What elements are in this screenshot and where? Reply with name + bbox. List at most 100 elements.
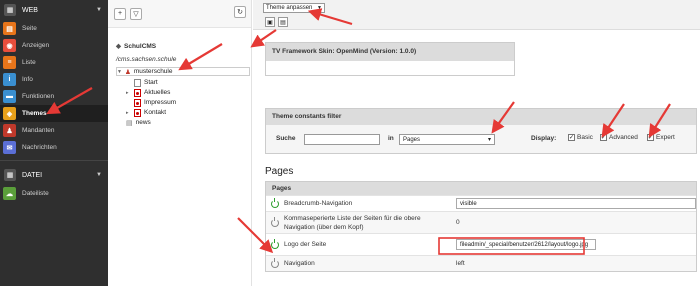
mail-icon: ✉ [3,141,16,154]
constant-value: 0 [456,219,460,226]
constant-label: Navigation [284,260,315,267]
power-on-icon[interactable] [271,197,279,208]
typo3-logo-icon: ◆ [116,43,121,50]
power-off-icon[interactable] [271,257,279,268]
themes-icon: ◈ [3,107,16,120]
page-icon [134,78,141,87]
menu-item-nachrichten[interactable]: ✉ Nachrichten [0,139,108,156]
checkbox-checked-icon: ✓ [568,134,575,141]
menu-item-funktionen[interactable]: ▬ Funktionen [0,88,108,105]
basic-label: Basic [577,134,593,141]
tree-node-start[interactable]: Start [134,78,158,87]
file-group-header[interactable]: ▦ DATEI ▼ [0,165,108,185]
power-off-icon[interactable] [271,216,279,227]
category-select-value: Pages [403,137,421,143]
constants-filter-panel: Theme constants filter Suche in Pages ▾ … [265,108,697,154]
menu-item-label: Liste [22,59,36,66]
tree-node-label: Aktuelles [144,89,171,96]
eye-icon: ◉ [3,39,16,52]
logo-input[interactable]: fileadmin/_special/benutzer/2612/layout/… [456,239,596,250]
page-icon: ▤ [3,22,16,35]
display-label: Display: [531,135,557,142]
site-root-icon: ♟ [125,68,131,76]
table-row: Navigation left [266,255,696,271]
menu-item-label: Anzeigen [22,42,50,49]
menu-item-themes[interactable]: ◈ Themes [0,105,108,122]
filter-title: Theme constants filter [266,109,696,125]
web-group-label: WEB [22,6,38,14]
menu-item-mandanten[interactable]: ♟ Mandanten [0,122,108,139]
pages-table-header: Pages [266,182,696,195]
page-tree: + ▽ ↻ ◆ SchulCMS /cms.sachsen.schule ▼ ♟… [108,0,252,286]
advanced-checkbox[interactable]: ✓ Advanced [600,134,638,141]
menu-item-seite[interactable]: ▤ Seite [0,20,108,37]
web-group-icon: ▦ [4,4,16,16]
page-restricted-icon [134,98,141,107]
tree-node-musterschule[interactable]: ▼ ♟ musterschule [116,67,250,76]
tree-node-label: news [135,119,151,126]
framework-panel: TV Framework Skin: OpenMind (Version: 1.… [265,42,515,76]
tree-node-impressum[interactable]: Impressum [134,98,176,107]
constant-label: Logo der Seite [284,241,327,248]
menu-item-label: Seite [22,25,37,32]
constant-label: Kommaseperierte Liste der Seiten für die… [284,214,421,231]
tree-node-label: musterschule [133,68,173,75]
chevron-down-icon: ▾ [487,137,491,143]
checkbox-checked-icon: ✓ [600,134,607,141]
menu-item-label: Nachrichten [22,144,57,151]
tree-node-label: Start [144,79,158,86]
pages-section-title: Pages [265,166,294,177]
search-input[interactable] [304,134,380,145]
framework-title: TV Framework Skin: OpenMind (Version: 1.… [266,43,514,61]
expand-icon[interactable]: ▸ [126,90,132,96]
breadcrumb-input[interactable]: visible [456,198,696,209]
basic-checkbox[interactable]: ✓ Basic [568,134,593,141]
constant-value: left [456,260,465,267]
filter-icon[interactable]: ▽ [130,7,142,20]
cloud-icon: ☁ [3,187,16,200]
info-icon: i [3,73,16,86]
tree-node-aktuelles[interactable]: ▸ Aktuelles [126,88,170,97]
menu-item-info[interactable]: i Info [0,71,108,88]
menu-item-label: Info [22,76,33,83]
page-restricted-icon [134,88,141,97]
menu-divider [0,160,108,161]
category-select[interactable]: Pages ▾ [399,134,495,145]
refresh-icon[interactable]: ↻ [234,6,246,18]
expand-icon[interactable]: ▸ [126,110,132,116]
filter-row: Suche in Pages ▾ Display: ✓ Basic ✓ Adva… [266,125,696,153]
search-label: Suche [276,135,296,142]
list-icon: ≡ [3,56,16,69]
module-menu: ▦ WEB ▼ ▤ Seite ◉ Anzeigen ≡ Liste i Inf… [0,0,108,286]
web-group-header[interactable]: ▦ WEB ▼ [0,0,108,20]
menu-item-label: Funktionen [22,93,55,100]
doc-header: Theme anpassen ▼ ▣ ▤ [253,0,700,30]
expert-label: Expert [656,134,675,141]
list-view-icon[interactable]: ▤ [278,17,288,27]
table-row: Logo der Seite fileadmin/_special/benutz… [266,233,696,255]
menu-item-liste[interactable]: ≡ Liste [0,54,108,71]
save-icon[interactable]: ▣ [265,17,275,27]
table-row: Kommaseperierte Liste der Seiten für die… [266,211,696,233]
checkbox-checked-icon: ✓ [647,134,654,141]
menu-item-label: Dateiliste [22,190,49,197]
collapse-icon[interactable]: ▼ [117,69,123,75]
menu-item-anzeigen[interactable]: ◉ Anzeigen [0,37,108,54]
tree-node-kontakt[interactable]: ▸ Kontakt [126,108,166,117]
file-group-label: DATEI [22,171,43,179]
tree-root[interactable]: ◆ SchulCMS [116,42,156,51]
new-page-icon[interactable]: + [114,7,126,20]
page-restricted-icon [134,108,141,117]
tree-node-news[interactable]: ▤ news [126,118,151,127]
in-label: in [388,135,394,142]
theme-function-select[interactable]: Theme anpassen ▼ [263,3,325,13]
chevron-down-icon: ▼ [96,172,102,178]
menu-item-label: Themes [22,110,47,117]
chevron-down-icon: ▼ [96,7,102,13]
table-row: Breadcrumb-Navigation visible [266,195,696,211]
chevron-down-icon: ▼ [317,5,322,11]
tree-node-label: Kontakt [144,109,167,116]
expert-checkbox[interactable]: ✓ Expert [647,134,675,141]
power-on-icon[interactable] [271,238,279,249]
menu-item-dateiliste[interactable]: ☁ Dateiliste [0,185,108,202]
